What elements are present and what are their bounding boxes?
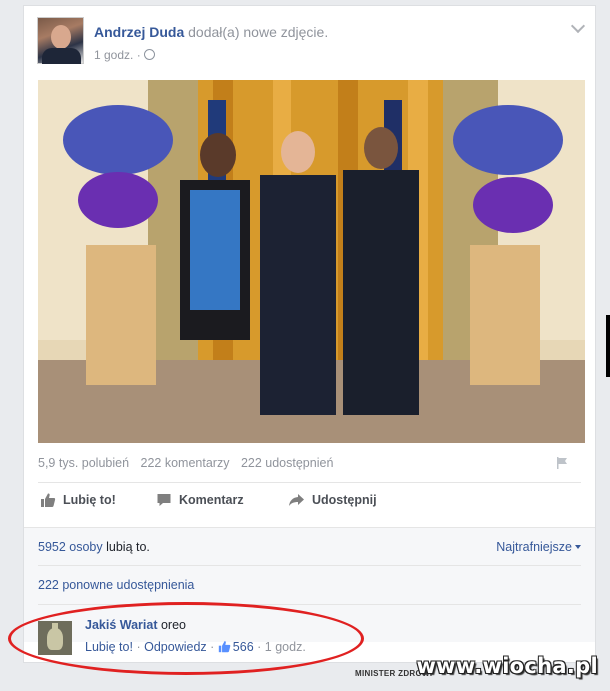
commenter-name[interactable]: Jakiś Wariat [85, 618, 158, 632]
avatar-face [51, 25, 71, 49]
author-action: dodał(a) nowe zdjęcie. [188, 24, 329, 40]
share-button[interactable]: Udostępnij [288, 492, 377, 508]
shares-count[interactable]: 222 udostępnień [241, 456, 333, 470]
caret-down-icon [575, 545, 581, 549]
divider [38, 604, 581, 605]
author-line: Andrzej Duda dodał(a) nowe zdjęcie. [94, 24, 328, 40]
meta-separator: · [210, 640, 215, 654]
globe-icon [144, 49, 156, 60]
chevron-down-icon[interactable] [570, 18, 586, 34]
comment-sort-dropdown[interactable]: Najtrafniejsze [496, 540, 581, 554]
comment-like-count[interactable]: 566 [233, 640, 254, 654]
action-bar: Lubię to! Komentarz Udostępnij [38, 492, 581, 516]
thumbs-up-icon [41, 493, 56, 507]
meta-separator: · [257, 640, 262, 654]
flag-icon[interactable] [555, 456, 569, 470]
commenter-avatar[interactable] [38, 621, 72, 655]
like-button[interactable]: Lubię to! [40, 492, 116, 508]
post-stats: 5,9 tys. polubień 222 komentarzy 222 udo… [38, 456, 581, 472]
thumbs-up-icon [218, 641, 231, 653]
watermark: www.wiocha.pl [416, 654, 598, 678]
comment-button[interactable]: Komentarz [156, 492, 244, 508]
comment-body: Jakiś Wariat oreo [85, 618, 186, 632]
author-avatar[interactable] [37, 17, 84, 64]
comment-reply-link[interactable]: Odpowiedz [144, 640, 207, 654]
likes-suffix: lubią to. [106, 540, 150, 554]
speech-bubble-icon [157, 494, 171, 506]
comment-time[interactable]: 1 godz. [265, 640, 306, 654]
divider [38, 565, 581, 566]
post-card: Andrzej Duda dodał(a) nowe zdjęcie. 1 go… [23, 5, 596, 663]
comment-button-label: Komentarz [179, 493, 244, 507]
comment-like-link[interactable]: Lubię to! [85, 640, 133, 654]
avatar-bottle [47, 628, 63, 650]
engagement-summary: 5952 osoby lubią to. Najtrafniejsze 222 … [24, 527, 595, 655]
post-meta: 1 godz. · [94, 48, 156, 62]
meta-separator: · [136, 640, 141, 654]
likes-summary: 5952 osoby lubią to. [38, 540, 150, 554]
comment-meta: Lubię to! · Odpowiedz · 566 · 1 godz. [85, 640, 306, 654]
share-arrow-icon [289, 494, 304, 506]
photo-illustration [38, 80, 585, 443]
likes-people-link[interactable]: 5952 osoby [38, 540, 103, 554]
likes-count[interactable]: 5,9 tys. polubień [38, 456, 129, 470]
author-name[interactable]: Andrzej Duda [94, 24, 184, 40]
post-time[interactable]: 1 godz. [94, 48, 133, 62]
like-button-label: Lubię to! [63, 493, 116, 507]
comment-text: oreo [160, 618, 187, 632]
post-header: Andrzej Duda dodał(a) nowe zdjęcie. 1 go… [37, 17, 586, 73]
reshares-link[interactable]: 222 ponowne udostępnienia [38, 578, 194, 592]
comments-count[interactable]: 222 komentarzy [141, 456, 230, 470]
avatar-suit [42, 48, 81, 64]
post-photo[interactable] [38, 80, 585, 443]
divider [38, 482, 581, 483]
sort-label: Najtrafniejsze [496, 540, 572, 554]
share-button-label: Udostępnij [312, 493, 377, 507]
meta-separator: · [136, 48, 141, 62]
edge-marker [606, 315, 610, 377]
